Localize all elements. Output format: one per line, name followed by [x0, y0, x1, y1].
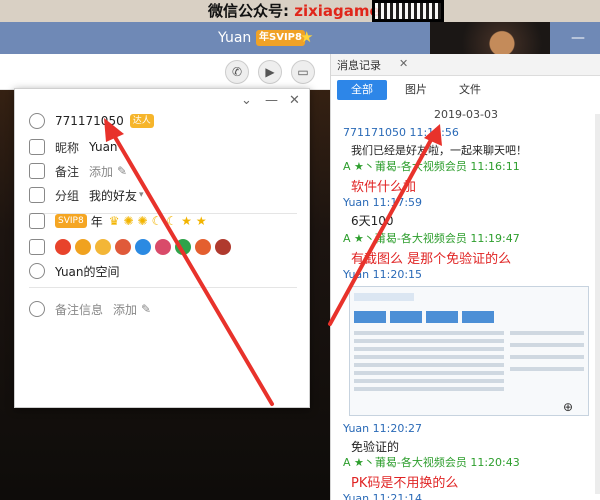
arrow-to-qq — [104, 118, 274, 406]
arrow-to-screenshot — [328, 124, 442, 326]
annotation-arrows — [104, 118, 442, 406]
